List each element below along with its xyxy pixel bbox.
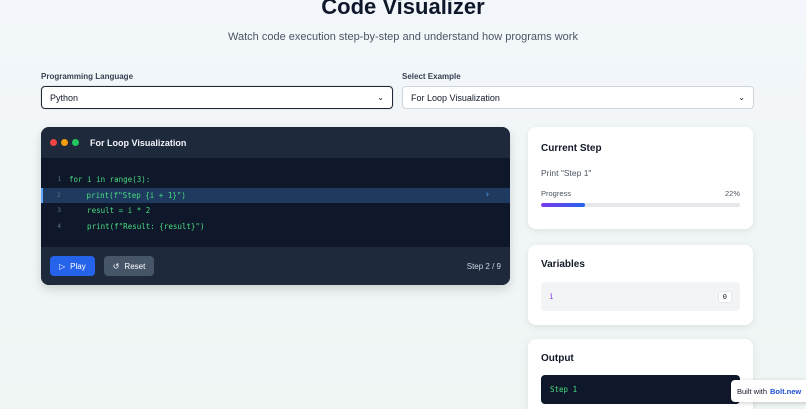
code-line: 4 print(f"Result: {result}") [41, 219, 510, 235]
output-panel: Output Step 1 [528, 339, 753, 409]
code-editor-card: For Loop Visualization 1 for i in range(… [41, 127, 510, 285]
current-line-arrow-icon: › [484, 190, 490, 201]
language-label: Programming Language [41, 72, 134, 81]
code-editor-footer: ▷ Play ↺ Reset Step 2 / 9 [41, 247, 510, 285]
page-title: Code Visualizer [321, 0, 485, 19]
progress-percent: 22% [724, 189, 740, 198]
chevron-down-icon: ⌄ [377, 93, 384, 102]
code-text: print(f"Step {i + 1}") [68, 190, 186, 200]
code-editor-header: For Loop Visualization [41, 127, 510, 158]
window-minimize-dot [61, 139, 68, 146]
output-console: Step 1 [541, 375, 740, 404]
line-number: 4 [57, 222, 61, 230]
step-description: Print "Step 1" [541, 168, 592, 178]
window-close-dot [50, 139, 57, 146]
chevron-down-icon: ⌄ [738, 93, 745, 102]
example-select[interactable]: For Loop Visualization ⌄ [402, 86, 754, 109]
play-button[interactable]: ▷ Play [50, 256, 95, 276]
badge-brand: Bolt.new [770, 386, 802, 396]
progress-bar [541, 203, 740, 207]
language-select[interactable]: Python ⌄ [41, 86, 393, 109]
line-number: 2 [56, 191, 61, 199]
built-with-bolt-badge[interactable]: Built with Bolt.new [731, 380, 806, 402]
reset-button[interactable]: ↺ Reset [103, 256, 155, 276]
step-counter: Step 2 / 9 [466, 261, 501, 271]
play-icon: ▷ [59, 261, 66, 271]
reset-button-label: Reset [124, 261, 146, 271]
code-text: print(f"Result: {result}") [69, 221, 205, 231]
variables-heading: Variables [541, 259, 585, 270]
code-area: 1 for i in range(3): 2 print(f"Step {i +… [41, 158, 510, 247]
code-editor-title: For Loop Visualization [90, 137, 187, 148]
code-text: for i in range(3): [69, 175, 151, 185]
line-number: 1 [57, 176, 61, 184]
progress-bar-fill [541, 203, 585, 207]
badge-prefix: Built with [737, 386, 768, 396]
current-step-heading: Current Step [541, 143, 602, 154]
play-button-label: Play [70, 261, 86, 271]
reset-icon: ↺ [112, 261, 120, 271]
code-line: 1 for i in range(3): [41, 172, 510, 188]
page-subtitle: Watch code execution step-by-step and un… [228, 31, 578, 43]
line-number: 3 [57, 207, 61, 215]
current-step-panel: Current Step Print "Step 1" Progress 22% [528, 127, 753, 229]
code-text: result = i * 2 [69, 206, 151, 216]
variable-row: i 0 [541, 282, 740, 311]
variable-value: 0 [717, 290, 732, 303]
output-line: Step 1 [550, 385, 578, 394]
example-label: Select Example [402, 72, 461, 81]
variables-panel: Variables i 0 [528, 245, 753, 325]
progress-label: Progress [541, 189, 572, 198]
code-line: 3 result = i * 2 [41, 203, 510, 219]
example-select-value: For Loop Visualization [411, 92, 500, 103]
output-heading: Output [541, 353, 574, 364]
variable-name: i [549, 292, 554, 301]
code-line-active: 2 print(f"Step {i + 1}") › [41, 187, 510, 203]
window-maximize-dot [72, 139, 79, 146]
language-select-value: Python [50, 92, 79, 103]
